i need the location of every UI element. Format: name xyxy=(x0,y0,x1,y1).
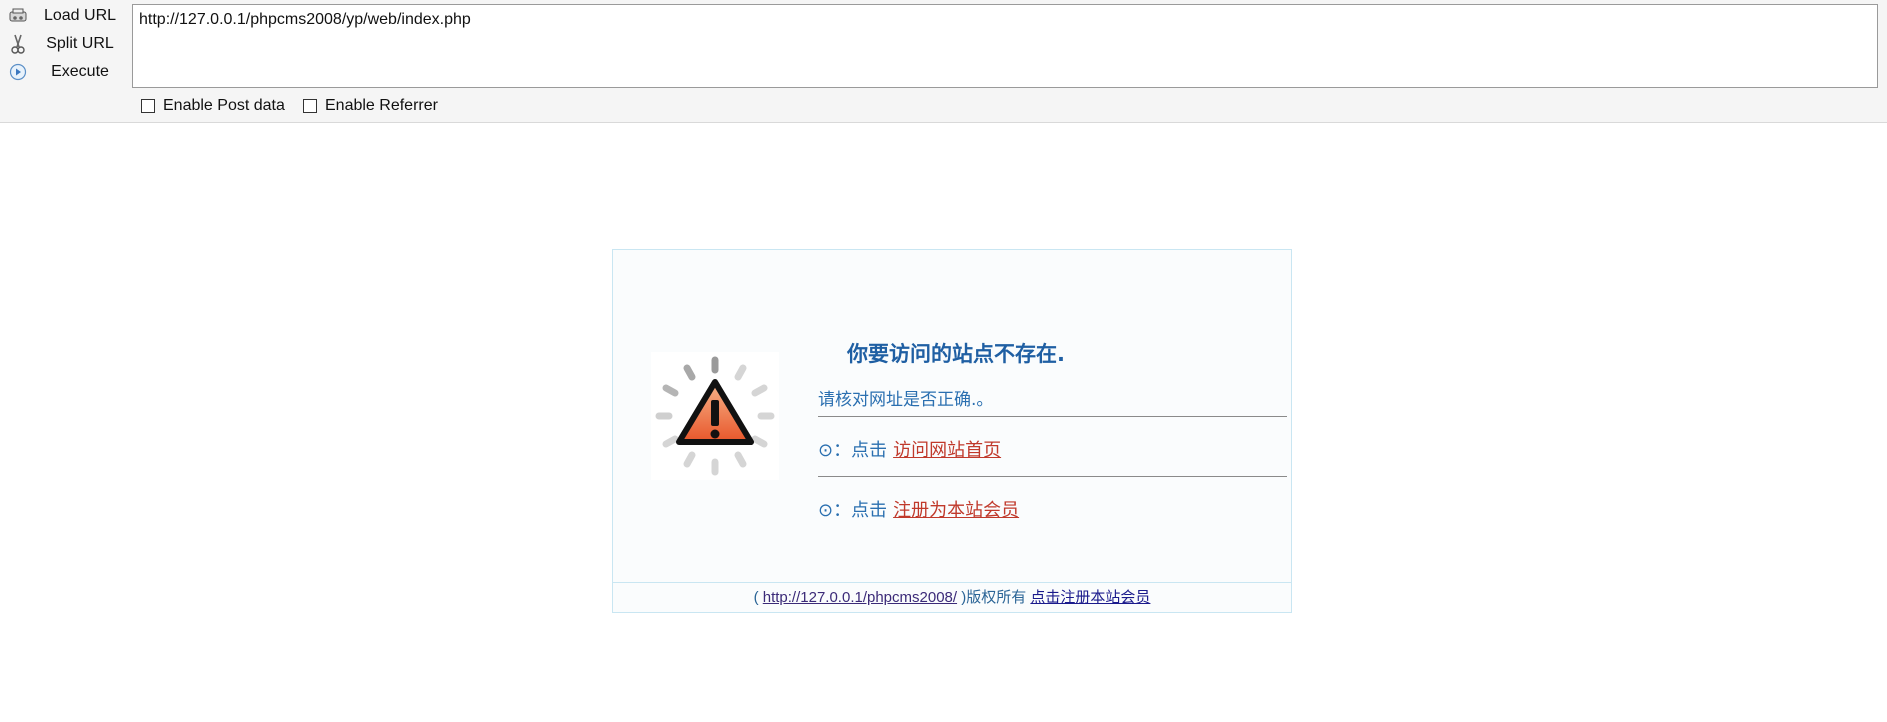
error-title: 你要访问的站点不存在. xyxy=(847,342,1065,366)
error-subtitle: 请核对网址是否正确.。 xyxy=(818,390,994,410)
enable-post-label: Enable Post data xyxy=(163,97,285,114)
hackbar-toolbar: Load URL Split URL Execute http://127.0.… xyxy=(0,0,1887,123)
load-url-button[interactable]: Load URL xyxy=(0,3,128,29)
split-url-icon xyxy=(8,34,28,54)
url-value: http://127.0.0.1/phpcms2008/yp/web/index… xyxy=(139,11,471,28)
enable-post-option[interactable]: Enable Post data xyxy=(141,97,285,115)
execute-icon xyxy=(8,62,28,82)
execute-label: Execute xyxy=(51,63,109,80)
error-card-body: 你要访问的站点不存在. 请核对网址是否正确.。 ⊙：点击 访问网站首页 ⊙：点击… xyxy=(613,250,1291,582)
split-url-label: Split URL xyxy=(46,35,114,52)
register-member-link[interactable]: 注册为本站会员 xyxy=(893,496,1019,522)
register-prefix: ⊙：点击 xyxy=(818,500,888,521)
footer-register-link[interactable]: 点击注册本站会员 xyxy=(1030,589,1150,606)
load-url-label: Load URL xyxy=(43,7,117,24)
footer-open-paren: ( xyxy=(753,589,759,606)
footer-site-link[interactable]: http://127.0.0.1/phpcms2008/ xyxy=(763,589,957,606)
enable-referrer-checkbox[interactable] xyxy=(303,99,317,113)
enable-referrer-option[interactable]: Enable Referrer xyxy=(303,97,438,115)
homepage-prefix: ⊙：点击 xyxy=(818,440,888,461)
enable-referrer-label: Enable Referrer xyxy=(325,97,438,114)
footer-rights-text: )版权所有 xyxy=(961,589,1027,606)
homepage-option: ⊙：点击 访问网站首页 xyxy=(818,436,1001,462)
execute-button[interactable]: Execute xyxy=(0,59,128,85)
warning-icon xyxy=(651,352,779,480)
split-url-button[interactable]: Split URL xyxy=(0,31,128,57)
url-input[interactable]: http://127.0.0.1/phpcms2008/yp/web/index… xyxy=(132,4,1878,88)
enable-post-checkbox[interactable] xyxy=(141,99,155,113)
load-url-icon xyxy=(8,6,28,26)
error-card: 你要访问的站点不存在. 请核对网址是否正确.。 ⊙：点击 访问网站首页 ⊙：点击… xyxy=(612,249,1292,613)
divider-1 xyxy=(818,416,1287,417)
error-card-footer: ( http://127.0.0.1/phpcms2008/ )版权所有 点击注… xyxy=(613,582,1291,613)
visit-homepage-link[interactable]: 访问网站首页 xyxy=(893,436,1001,462)
divider-2 xyxy=(818,476,1287,477)
register-option: ⊙：点击 注册为本站会员 xyxy=(818,496,1019,522)
